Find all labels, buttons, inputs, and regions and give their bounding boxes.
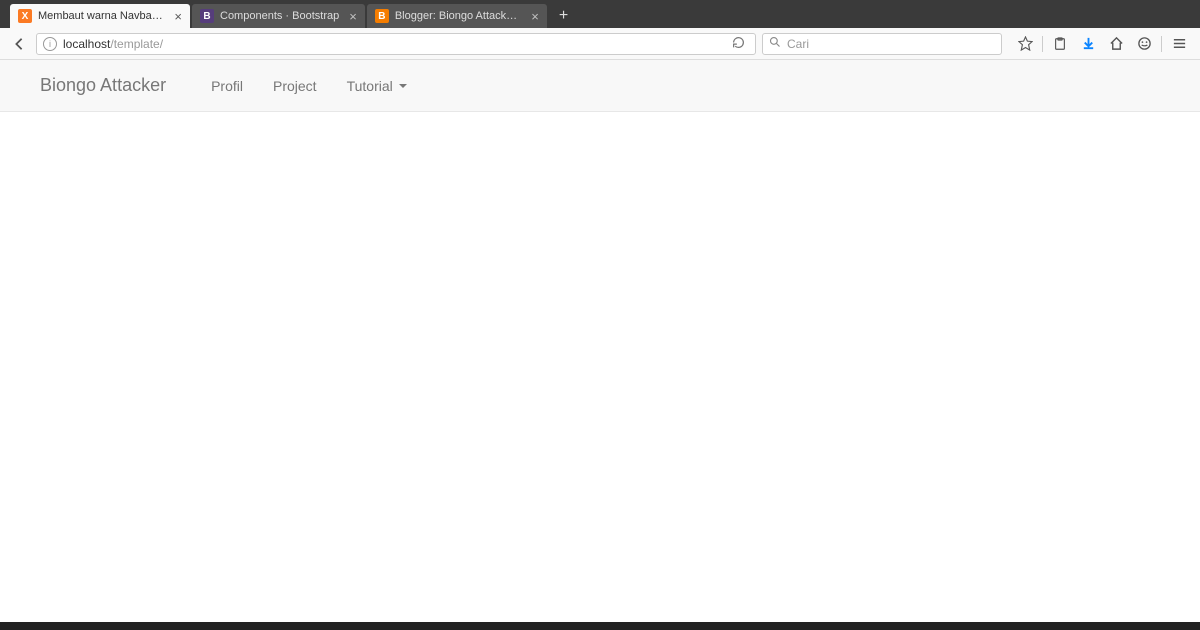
url-input[interactable]: i localhost/template/ <box>36 33 756 55</box>
library-button[interactable] <box>1047 32 1073 56</box>
address-bar: i localhost/template/ Cari <box>0 28 1200 60</box>
tab-title: Blogger: Biongo Attacker - ... <box>395 10 521 22</box>
bookmark-star-button[interactable] <box>1012 32 1038 56</box>
close-icon[interactable]: × <box>174 10 182 23</box>
tab-2[interactable]: B Components · Bootstrap × <box>192 4 365 28</box>
chevron-down-icon <box>399 84 407 88</box>
close-icon[interactable]: × <box>531 10 539 23</box>
close-icon[interactable]: × <box>349 10 357 23</box>
tab-title: Components · Bootstrap <box>220 10 339 22</box>
separator <box>1161 36 1162 52</box>
search-input[interactable]: Cari <box>762 33 1002 55</box>
search-placeholder: Cari <box>787 37 809 51</box>
tab-1[interactable]: X Membaut warna Navbar me... × <box>10 4 190 28</box>
url-path: /template/ <box>110 37 163 51</box>
bootstrap-icon: B <box>200 9 214 23</box>
xampp-icon: X <box>18 9 32 23</box>
home-button[interactable] <box>1103 32 1129 56</box>
star-icon <box>1018 36 1033 51</box>
page-content: Biongo Attacker Profil Project Tutorial <box>0 60 1200 112</box>
sync-button[interactable] <box>1131 32 1157 56</box>
clipboard-icon <box>1053 37 1067 51</box>
back-button[interactable] <box>8 33 30 55</box>
nav-label: Profil <box>211 78 243 94</box>
toolbar-icons <box>1012 32 1192 56</box>
tab-title: Membaut warna Navbar me... <box>38 10 164 22</box>
downloads-button[interactable] <box>1075 32 1101 56</box>
taskbar <box>0 622 1200 630</box>
navbar-nav: Profil Project Tutorial <box>196 78 422 94</box>
hamburger-icon <box>1172 36 1187 51</box>
reload-button[interactable] <box>728 36 749 52</box>
nav-label: Project <box>273 78 317 94</box>
url-text: localhost/template/ <box>63 37 722 51</box>
tab-3[interactable]: B Blogger: Biongo Attacker - ... × <box>367 4 547 28</box>
url-host: localhost <box>63 37 110 51</box>
nav-item-profil[interactable]: Profil <box>196 78 258 94</box>
menu-button[interactable] <box>1166 32 1192 56</box>
navbar-brand[interactable]: Biongo Attacker <box>40 75 166 96</box>
reload-icon <box>732 36 745 49</box>
nav-label: Tutorial <box>347 78 393 94</box>
navbar: Biongo Attacker Profil Project Tutorial <box>0 60 1200 112</box>
info-icon[interactable]: i <box>43 37 57 51</box>
blogger-icon: B <box>375 9 389 23</box>
search-icon <box>769 36 781 51</box>
tab-strip: X Membaut warna Navbar me... × B Compone… <box>0 0 1200 28</box>
separator <box>1042 36 1043 52</box>
download-icon <box>1081 36 1096 51</box>
home-icon <box>1109 36 1124 51</box>
smiley-icon <box>1137 36 1152 51</box>
nav-item-project[interactable]: Project <box>258 78 332 94</box>
new-tab-button[interactable]: + <box>549 4 578 28</box>
nav-item-tutorial[interactable]: Tutorial <box>332 78 422 94</box>
arrow-left-icon <box>12 37 26 51</box>
